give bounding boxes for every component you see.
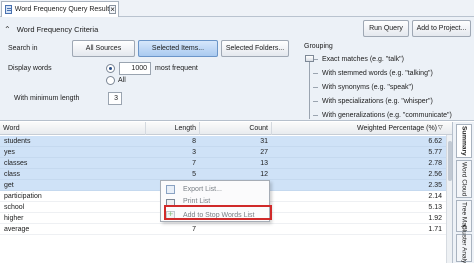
cell-length: 8 (192, 138, 196, 145)
cell-length: 7 (192, 160, 196, 167)
grouping-option-stemmed[interactable]: With stemmed words (e.g. "talking") (322, 70, 433, 77)
column-header-word[interactable]: Word (0, 122, 146, 135)
cell-word: get (4, 182, 14, 189)
cell-weighted-percentage: 5.77 (428, 149, 442, 156)
column-header-length[interactable]: Length (146, 122, 200, 135)
export-icon (166, 184, 175, 194)
grouping-option-generalizations[interactable]: With generalizations (e.g. "communicate"… (322, 112, 452, 119)
tab-bar: Word Frequency Query Result × (0, 0, 474, 17)
cell-word: participation (4, 193, 42, 200)
cell-weighted-percentage: 2.78 (428, 160, 442, 167)
sort-descending-icon[interactable]: ▽ (438, 122, 450, 135)
slider-thumb[interactable] (305, 55, 314, 62)
menu-item-export-list[interactable]: Export List... (161, 183, 269, 195)
cell-weighted-percentage: 1.92 (428, 215, 442, 222)
all-words-radio[interactable] (106, 76, 115, 85)
close-icon[interactable]: × (109, 5, 116, 14)
cell-length: 7 (192, 226, 196, 233)
column-header-weighted-percentage[interactable]: Weighted Percentage (%) (272, 122, 440, 135)
tab-word-frequency-result[interactable]: Word Frequency Query Result × (1, 1, 119, 17)
table-header: Word Length Count Weighted Percentage (%… (0, 122, 452, 135)
cell-word: school (4, 204, 25, 211)
slider-tick (313, 73, 318, 74)
cell-word: class (4, 171, 20, 178)
cell-weighted-percentage: 2.56 (428, 171, 442, 178)
cell-length: 3 (192, 149, 196, 156)
tab-title: Word Frequency Query Result (14, 6, 110, 13)
cell-word: average (4, 226, 30, 233)
cell-word: classes (4, 160, 28, 167)
most-frequent-label: most frequent (155, 65, 198, 72)
all-sources-button[interactable]: All Sources (72, 40, 135, 57)
slider-tick (313, 87, 318, 88)
table-row[interactable]: classes 7 13 2.78 (0, 158, 446, 169)
table-row[interactable]: yes 3 27 5.77 (0, 147, 446, 158)
cell-weighted-percentage: 1.71 (428, 226, 442, 233)
tab-word-cloud[interactable]: Word Cloud (456, 160, 472, 198)
top-words-radio[interactable] (106, 64, 115, 73)
grouping-option-exact[interactable]: Exact matches (e.g. "talk") (322, 56, 404, 63)
slider-tick (313, 115, 318, 116)
slider-tick (313, 101, 318, 102)
tab-cluster-analysis[interactable]: Cluster Analysis (456, 225, 472, 263)
cell-length: 5 (192, 171, 196, 178)
grouping-option-synonyms[interactable]: With synonyms (e.g. "speak") (322, 84, 413, 91)
cell-count: 13 (260, 160, 268, 167)
chevron-up-icon[interactable]: ⌃ (4, 25, 11, 34)
cell-weighted-percentage: 5.13 (428, 204, 442, 211)
cell-weighted-percentage: 6.62 (428, 138, 442, 145)
selected-folders-button[interactable]: Selected Folders... (221, 40, 289, 57)
grouping-option-specializations[interactable]: With specializations (e.g. "whisper") (322, 98, 433, 105)
criteria-panel: ⌃ Word Frequency Criteria Search in All … (0, 17, 474, 121)
menu-item-label: Print List (183, 197, 211, 205)
criteria-title: Word Frequency Criteria (16, 25, 99, 34)
selected-items-button[interactable]: Selected Items... (138, 40, 218, 57)
display-words-label: Display words (8, 65, 52, 72)
table-row[interactable]: students 8 31 6.62 (0, 136, 446, 147)
run-query-button[interactable]: Run Query (363, 20, 409, 37)
tab-summary[interactable]: Summary (456, 124, 472, 158)
table-row[interactable]: class 5 12 2.56 (0, 169, 446, 180)
cell-weighted-percentage: 2.14 (428, 193, 442, 200)
grouping-label: Grouping (304, 43, 333, 50)
view-side-tabs: Summary Word Cloud Tree Map Cluster Anal… (452, 122, 474, 263)
all-words-label: All (118, 77, 126, 84)
menu-item-label: Export List... (183, 185, 222, 193)
cell-word: yes (4, 149, 15, 156)
cell-count: 31 (260, 138, 268, 145)
slider-track (309, 59, 310, 119)
top-words-count-field[interactable]: 1000 (119, 62, 151, 75)
search-in-label: Search in (8, 45, 38, 52)
min-length-field[interactable]: 3 (108, 92, 122, 105)
highlight-box (164, 205, 272, 220)
criteria-header[interactable]: ⌃ Word Frequency Criteria (4, 25, 98, 34)
table-row[interactable]: average 7 1.71 (0, 224, 446, 235)
cell-count: 27 (260, 149, 268, 156)
column-header-count[interactable]: Count (200, 122, 272, 135)
cell-count: 12 (260, 171, 268, 178)
cell-count (220, 224, 268, 235)
add-to-project-button[interactable]: Add to Project... (412, 20, 471, 37)
cell-word: students (4, 138, 31, 145)
min-length-label: With minimum length (14, 95, 80, 102)
query-result-icon (5, 5, 12, 14)
cell-word: higher (4, 215, 24, 222)
grouping-slider[interactable] (305, 55, 318, 121)
cell-weighted-percentage: 2.35 (428, 182, 442, 189)
